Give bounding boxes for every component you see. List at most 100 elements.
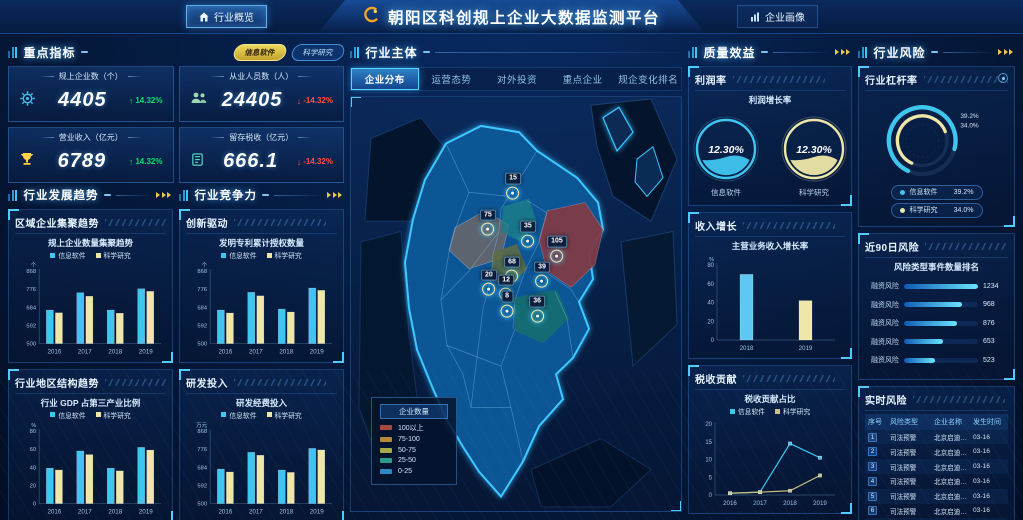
section-title-competitiveness: 行业竞争力: [195, 187, 258, 203]
liquid-gauge: 12.30%: [690, 113, 762, 185]
gauge-label: 信息软件: [711, 187, 741, 198]
map-marker-39[interactable]: 39: [534, 261, 550, 288]
company-name: 北京启迪卓越科技有限公司: [934, 506, 971, 516]
location-pin-icon: [550, 250, 563, 263]
metric-delta: ↓-14.32%: [297, 157, 333, 167]
legend-swatch: [50, 253, 55, 258]
bar-track: [904, 302, 978, 307]
tab-2[interactable]: 对外投资: [484, 68, 550, 90]
people-icon: [190, 91, 208, 110]
row-index-badge: 1: [868, 433, 877, 442]
app-title-bar: 朝阳区科创规上企业大数据监测平台: [317, 0, 706, 34]
tab-1[interactable]: 运营态势: [419, 68, 485, 90]
expand-chevrons-icon[interactable]: [832, 47, 853, 57]
table-row-2[interactable]: 3司法预警北京启迪卓越科技有限公司03-16: [865, 459, 1008, 474]
chart-title: 税收贡献占比: [695, 393, 845, 405]
tab-3[interactable]: 重点企业: [550, 68, 616, 90]
panel-header: 创新驱动: [186, 215, 337, 234]
equalizer-icon: [858, 47, 869, 58]
occurrence-time: 03-16: [973, 448, 1005, 455]
key-metric-cards: 规上企业数（个）4405↑14.32%从业人员数（人）24405↓-14.32%…: [8, 66, 344, 183]
map-marker-8[interactable]: 8: [501, 291, 514, 318]
legend-label: 信息软件: [58, 250, 85, 260]
bar-track: [904, 358, 978, 363]
marker-count: 105: [547, 236, 567, 248]
legend-label: 科学研究: [104, 250, 131, 260]
metric-value: 6789: [58, 150, 107, 173]
company-name: 北京启迪卓越科技有限公司: [934, 462, 971, 472]
quality-column: 质量效益 利润率 利润增长率 12.30%信息软件12.30%科学研究 收入增长…: [688, 40, 852, 512]
legend-swatch: [96, 253, 101, 258]
nav-enterprise-profile[interactable]: 企业画像: [737, 5, 818, 28]
info-icon[interactable]: [998, 73, 1008, 83]
metric-card-label: 从业人员数（人）: [186, 71, 338, 82]
legend-swatch: [380, 425, 392, 430]
svg-text:684: 684: [197, 305, 207, 311]
panel-header: 区域企业集聚趋势: [15, 215, 166, 234]
table-row-1[interactable]: 2司法预警北京启迪卓越科技有限公司03-16: [865, 444, 1008, 459]
table-row-4[interactable]: 5司法预警北京启迪卓越科技有限公司03-16: [865, 489, 1008, 504]
arrow-down-icon: ↓: [297, 96, 302, 106]
hatch-decoration: [924, 76, 1009, 83]
map-marker-20[interactable]: 20: [481, 269, 497, 296]
legend-item: 科学研究: [96, 250, 131, 260]
company-name: 北京启迪卓越科技有限公司: [934, 491, 971, 501]
nav-industry-overview[interactable]: 行业概览: [186, 5, 267, 28]
svg-text:20: 20: [705, 422, 712, 428]
location-pin-icon: [482, 283, 495, 296]
risk-type-label: 融资风险: [865, 337, 899, 347]
metric-card-1: 从业人员数（人）24405↓-14.32%: [179, 66, 345, 122]
table-row-5[interactable]: 6司法预警北京启迪卓越科技有限公司03-16: [865, 504, 1008, 519]
trend-competitiveness-row: 行业发展趋势 区域企业集聚趋势规上企业数量集聚趋势信息软件科学研究5005926…: [8, 183, 344, 512]
risk-type: 司法预警: [890, 476, 932, 486]
legend-pill-1[interactable]: 科学研究: [290, 44, 346, 61]
left-column: 重点指标 信息软件科学研究 规上企业数（个）4405↑14.32%从业人员数（人…: [8, 40, 344, 512]
table-header: 序号风险类型企业名称发生时间: [865, 414, 1008, 430]
arrow-up-icon: ↑: [129, 96, 134, 106]
table-row-3[interactable]: 4司法预警北京启迪卓越科技有限公司03-16: [865, 474, 1008, 489]
panel-title: 研发投入: [186, 375, 228, 390]
district-map[interactable]: 15753510568392012836 企业数量 100以上75-10050-…: [350, 96, 682, 512]
legend-pill-0[interactable]: 信息软件: [232, 44, 288, 61]
bar-fill: [904, 321, 957, 326]
legend-swatch: [267, 253, 272, 258]
metric-card-label: 营业收入（亿元）: [15, 132, 167, 143]
legend-label: 科学研究: [275, 410, 302, 420]
legend-swatch: [775, 409, 780, 414]
expand-chevrons-icon[interactable]: [995, 47, 1016, 57]
metric-card-2: 营业收入（亿元）6789↑14.32%: [8, 127, 174, 183]
metric-label-text: 留存税收（亿元）: [229, 132, 293, 143]
map-marker-75[interactable]: 75: [480, 210, 496, 237]
competitiveness-panel-1: 研发投入研发经费投入信息软件科学研究500592684776868万元20162…: [179, 369, 344, 520]
gear-icon: [19, 90, 36, 112]
tab-0[interactable]: 企业分布: [351, 68, 419, 90]
map-marker-15[interactable]: 15: [505, 173, 521, 200]
svg-text:2019: 2019: [310, 508, 324, 515]
svg-text:5: 5: [709, 475, 713, 481]
title-dash: [931, 51, 938, 53]
table-row-0[interactable]: 1司法预警北京启迪卓越科技有限公司03-16: [865, 430, 1008, 445]
bar-chart-icon: [750, 12, 760, 22]
panel-header: 收入增长: [695, 218, 845, 237]
expand-chevrons-icon[interactable]: [324, 190, 345, 200]
risk-count: 876: [983, 320, 1008, 327]
nav-right-label: 企业画像: [765, 9, 805, 24]
legend-label: 25-50: [398, 457, 416, 464]
svg-text:2018: 2018: [108, 508, 122, 515]
map-marker-35[interactable]: 35: [520, 221, 536, 248]
title-dash: [761, 51, 768, 53]
expand-chevrons-icon[interactable]: [153, 190, 174, 200]
section-header-risk: 行业风险: [858, 42, 1015, 62]
svg-text:34.0%: 34.0%: [960, 122, 979, 129]
map-marker-36[interactable]: 36: [529, 296, 545, 323]
svg-text:%: %: [31, 423, 36, 429]
map-marker-105[interactable]: 105: [547, 236, 567, 263]
legend-item: 信息软件: [730, 406, 765, 416]
tab-4[interactable]: 规企变化排名: [615, 68, 681, 90]
marker-count: 15: [505, 173, 521, 185]
panel-title: 创新驱动: [186, 215, 228, 230]
legend-label: 50-75: [398, 447, 416, 454]
svg-text:万元: 万元: [196, 422, 208, 429]
leverage-legend-item-1: 科学研究34.0%: [891, 203, 983, 218]
hatch-decoration: [743, 375, 835, 382]
